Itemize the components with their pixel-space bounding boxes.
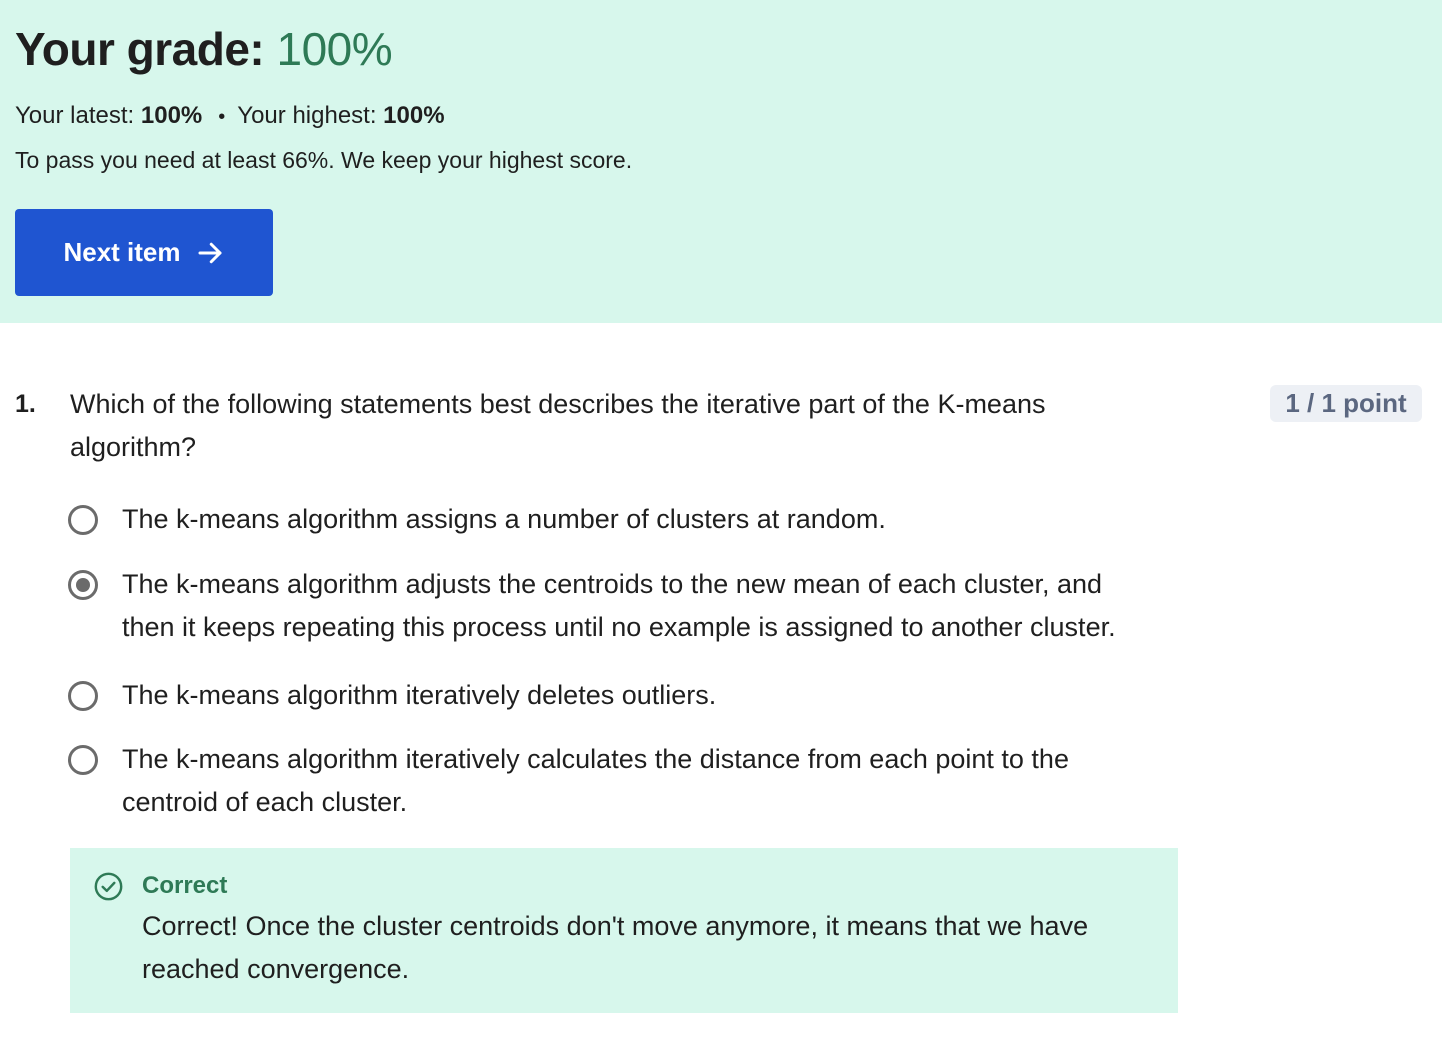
check-circle-icon bbox=[94, 872, 123, 901]
arrow-right-icon bbox=[198, 242, 222, 263]
next-item-button[interactable]: Next item bbox=[15, 209, 273, 296]
radio-button-selected[interactable] bbox=[68, 570, 98, 600]
points-badge: 1 / 1 point bbox=[1270, 385, 1422, 422]
question-text: Which of the following statements best d… bbox=[70, 389, 1046, 462]
feedback-title: Correct bbox=[142, 872, 228, 899]
grade-banner: Your grade: 100% Your latest: 100% • Your … bbox=[0, 0, 1442, 323]
latest-value: 100% bbox=[140, 102, 203, 129]
answer-option-text: The k-means algorithm iteratively calcul… bbox=[122, 744, 1069, 817]
grade-title-label: Your grade: bbox=[15, 23, 265, 75]
radio-button[interactable] bbox=[68, 681, 98, 711]
answer-option-text: The k-means algorithm assigns a number o… bbox=[122, 504, 886, 534]
answer-option-text: The k-means algorithm adjusts the centro… bbox=[122, 569, 1116, 642]
feedback-panel: Correct Correct! Once the cluster centro… bbox=[70, 848, 1178, 1013]
grade-title-value: 100% bbox=[276, 23, 393, 75]
highest-label: Your highest: bbox=[237, 102, 377, 129]
next-item-label: Next item bbox=[63, 237, 181, 267]
radio-button[interactable] bbox=[68, 505, 98, 535]
answer-option-text: The k-means algorithm iteratively delete… bbox=[122, 680, 717, 710]
score-separator: • bbox=[218, 106, 226, 128]
pass-requirement-note: To pass you need at least 66%. We keep y… bbox=[15, 147, 633, 173]
feedback-text: Correct! Once the cluster centroids don'… bbox=[142, 911, 1089, 984]
question-number: 1. bbox=[15, 390, 36, 418]
score-summary: Your latest: 100% • Your highest: 100% bbox=[15, 100, 445, 133]
radio-button[interactable] bbox=[68, 745, 98, 775]
latest-label: Your latest: bbox=[15, 102, 135, 129]
grade-title: Your grade: 100% bbox=[15, 20, 393, 78]
highest-value: 100% bbox=[383, 102, 445, 129]
